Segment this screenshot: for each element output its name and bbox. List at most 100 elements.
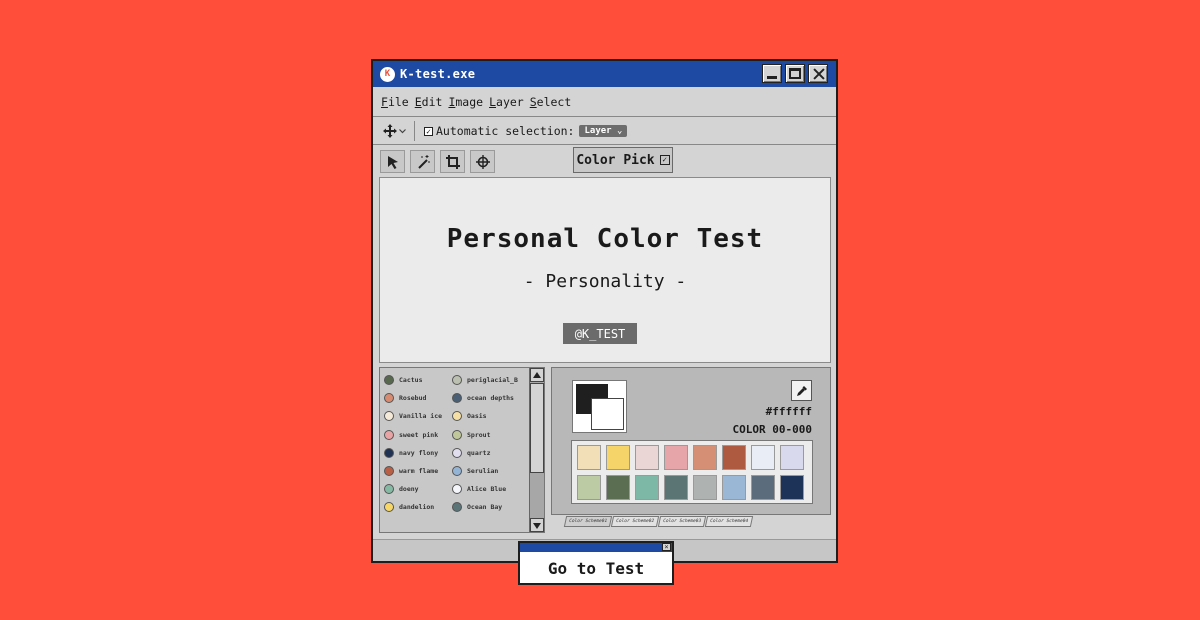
color-swatch[interactable] bbox=[635, 475, 659, 500]
scroll-down-button[interactable] bbox=[530, 518, 544, 532]
palette-item-label: navy flony bbox=[399, 448, 439, 457]
magic-wand-tool-button[interactable] bbox=[410, 150, 435, 173]
color-swatch[interactable] bbox=[751, 445, 775, 470]
menu-select[interactable]: Select bbox=[530, 95, 572, 109]
menu-layer[interactable]: Layer bbox=[489, 95, 524, 109]
palette-item-label: ocean depths bbox=[467, 394, 514, 403]
move-icon bbox=[383, 124, 397, 138]
palette-item-label: Vanilla ice bbox=[399, 412, 443, 421]
color-swatch[interactable] bbox=[577, 475, 601, 500]
maximize-button[interactable] bbox=[785, 64, 805, 83]
menu-file[interactable]: File bbox=[381, 95, 409, 109]
palette-item[interactable]: ocean depths bbox=[452, 392, 530, 404]
hex-value: #ffffff bbox=[765, 405, 812, 418]
palette-item[interactable]: Rosebud bbox=[384, 392, 452, 404]
color-swatch[interactable] bbox=[693, 445, 717, 470]
layer-dropdown[interactable]: Layer ⌄ bbox=[579, 125, 628, 137]
color-pick-button[interactable]: Color Pick ✓ bbox=[573, 147, 673, 173]
tab-scheme-03[interactable]: Color Scheme03 bbox=[657, 516, 706, 527]
palette-item[interactable]: Oasis bbox=[452, 410, 530, 422]
palette-item[interactable]: Ocean Bay bbox=[452, 501, 530, 513]
canvas-area: Personal Color Test - Personality - @K_T… bbox=[379, 177, 831, 363]
color-dot-icon bbox=[452, 411, 462, 422]
color-pick-checkbox-icon: ✓ bbox=[659, 155, 670, 165]
minimize-button[interactable] bbox=[762, 64, 782, 83]
color-dot-icon bbox=[452, 375, 462, 385]
color-pick-label: Color Pick bbox=[576, 152, 655, 168]
color-dot-icon bbox=[384, 375, 394, 385]
palette-item[interactable]: Cactus bbox=[384, 374, 452, 386]
tool-row bbox=[380, 150, 495, 173]
tab-scheme-04[interactable]: Color Scheme04 bbox=[704, 516, 753, 527]
crosshair-tool-button[interactable] bbox=[470, 150, 495, 173]
color-dot-icon bbox=[384, 393, 394, 404]
menu-edit[interactable]: Edit bbox=[415, 95, 443, 109]
go-to-test-button[interactable]: Go to Test bbox=[520, 554, 672, 583]
menu-bar: File Edit Image Layer Select bbox=[373, 87, 836, 117]
palette-item[interactable]: Serulian bbox=[452, 465, 530, 477]
palette-item-label: Rosebud bbox=[399, 394, 427, 403]
color-dot-icon bbox=[452, 484, 462, 495]
palette-item[interactable]: dandelion bbox=[384, 501, 452, 513]
palette-item-label: warm flame bbox=[399, 466, 439, 475]
color-swatch[interactable] bbox=[606, 445, 630, 470]
tab-scheme-02[interactable]: Color Scheme02 bbox=[610, 516, 660, 527]
color-swatch[interactable] bbox=[577, 445, 601, 470]
menu-image[interactable]: Image bbox=[448, 95, 483, 109]
palette-item[interactable]: Sprout bbox=[452, 429, 530, 441]
popup-close-button[interactable]: × bbox=[662, 543, 671, 551]
color-dot-icon bbox=[384, 429, 394, 440]
palette-item-label: Serulian bbox=[467, 466, 499, 475]
palette-item-label: dandelion bbox=[399, 503, 435, 512]
chevron-down-icon bbox=[399, 128, 406, 133]
palette-scrollbar[interactable] bbox=[529, 368, 544, 532]
title-bar[interactable]: K K-test.exe bbox=[373, 61, 836, 87]
arrow-tool-button[interactable] bbox=[380, 150, 405, 173]
palette-item[interactable]: doeny bbox=[384, 483, 452, 495]
color-swatch[interactable] bbox=[751, 475, 775, 500]
app-window: K K-test.exe File Edit Image Layer Selec… bbox=[371, 59, 838, 563]
color-swatch[interactable] bbox=[664, 475, 688, 500]
color-dot-icon bbox=[384, 502, 394, 513]
color-dot-icon bbox=[452, 393, 462, 404]
color-swatch[interactable] bbox=[780, 475, 804, 500]
auto-select-checkbox[interactable]: ✓ bbox=[424, 126, 433, 136]
color-code: COLOR 00-000 bbox=[732, 423, 812, 436]
crop-tool-button[interactable] bbox=[440, 150, 465, 173]
scroll-thumb[interactable] bbox=[530, 383, 544, 473]
scroll-up-button[interactable] bbox=[530, 368, 544, 382]
color-palette-list: Cactus periglacial_B Rosebud ocean depths Va… bbox=[379, 367, 545, 533]
color-swatch[interactable] bbox=[780, 445, 804, 470]
close-button[interactable] bbox=[808, 64, 828, 83]
color-swatch[interactable] bbox=[606, 475, 630, 500]
page-subtitle: - Personality - bbox=[523, 271, 687, 292]
color-swatch[interactable] bbox=[693, 475, 717, 500]
palette-item-label: Oasis bbox=[467, 412, 487, 421]
palette-item[interactable]: quartz bbox=[452, 447, 530, 459]
palette-item[interactable]: sweet pink bbox=[384, 429, 452, 441]
color-swatch[interactable] bbox=[664, 445, 688, 470]
color-swatch[interactable] bbox=[635, 445, 659, 470]
eyedropper-button[interactable] bbox=[791, 380, 812, 401]
palette-item-label: doeny bbox=[399, 485, 419, 494]
palette-item[interactable]: Alice Blue bbox=[452, 483, 530, 495]
palette-item[interactable]: navy flony bbox=[384, 447, 452, 459]
page-title: Personal Color Test bbox=[446, 224, 764, 254]
palette-item[interactable]: Vanilla ice bbox=[384, 410, 452, 422]
crosshair-icon bbox=[475, 154, 490, 169]
color-swatch[interactable] bbox=[722, 445, 746, 470]
window-title: K-test.exe bbox=[400, 67, 476, 81]
color-swatch[interactable] bbox=[722, 475, 746, 500]
color-picker-panel: #ffffff COLOR 00-000 bbox=[551, 367, 831, 515]
layer-dropdown-value: Layer bbox=[584, 126, 612, 136]
tab-scheme-01[interactable]: Color Scheme01 bbox=[563, 516, 613, 527]
background-swatch[interactable] bbox=[591, 398, 624, 430]
palette-item-label: periglacial_B bbox=[467, 376, 518, 384]
palette-item-label: sweet pink bbox=[399, 430, 439, 439]
fg-bg-swatch[interactable] bbox=[572, 380, 627, 433]
palette-item-label: Sprout bbox=[467, 430, 491, 439]
magic-wand-icon bbox=[417, 154, 429, 169]
palette-item[interactable]: warm flame bbox=[384, 465, 452, 477]
palette-item[interactable]: periglacial_B bbox=[452, 374, 530, 386]
move-tool-button[interactable] bbox=[383, 121, 415, 141]
